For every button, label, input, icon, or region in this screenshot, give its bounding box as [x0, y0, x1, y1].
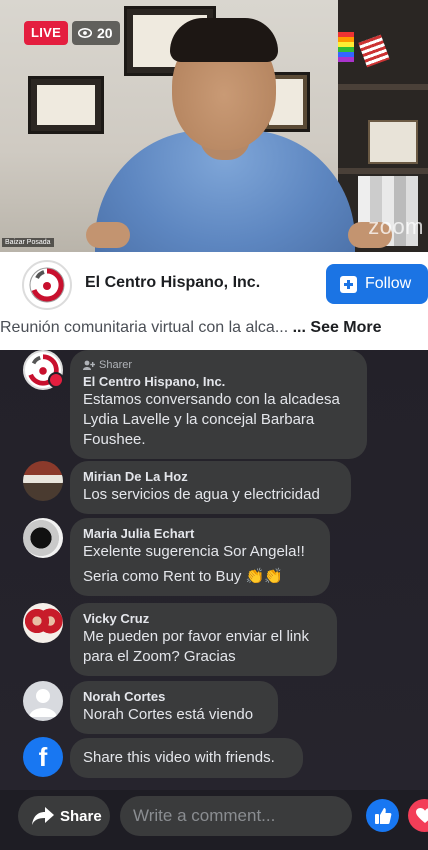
eye-icon [78, 28, 92, 38]
commenter-avatar[interactable] [23, 461, 63, 501]
participant-name-tag: Baizar Posada [2, 238, 54, 247]
person-plus-icon [83, 360, 95, 370]
page-header: El Centro Hispano, Inc. Follow Reunión c… [0, 252, 428, 350]
love-reaction-button[interactable] [408, 799, 428, 832]
commenter-name[interactable]: Maria Julia Echart [83, 526, 317, 542]
viewer-count-badge: 20 [72, 21, 120, 45]
comment-text: Norah Cortes está viendo [83, 706, 254, 723]
share-prompt-bubble[interactable]: Share this video with friends. [70, 738, 303, 778]
live-video[interactable]: LIVE 20 zoom Baizar Posada [0, 0, 428, 252]
viewer-count: 20 [97, 25, 113, 41]
page-name[interactable]: El Centro Hispano, Inc. [85, 274, 260, 292]
comment-text-second-line: Seria como Rent to Buy 👏👏 [83, 567, 317, 587]
rainbow-flag [338, 32, 354, 62]
clapping-hands-emoji: 👏👏 [245, 568, 283, 585]
facebook-logo-icon: f [23, 737, 63, 777]
like-reaction-button[interactable] [366, 799, 399, 832]
commenter-avatar[interactable] [23, 681, 63, 721]
bottom-action-bar: Share [0, 790, 428, 850]
follow-plus-icon [340, 275, 357, 293]
comment-text: Estamos conversando con la alcadesa Lydi… [83, 391, 340, 448]
commenter-name[interactable]: Vicky Cruz [83, 611, 324, 627]
speaker-hair [170, 18, 278, 62]
comment-bubble: Sharer El Centro Hispano, Inc. Estamos c… [70, 350, 367, 459]
thumbs-up-icon [374, 807, 391, 824]
comment-text: Los servicios de agua y electricidad [83, 486, 320, 503]
zoom-watermark: zoom [368, 214, 424, 239]
default-avatar-icon [29, 689, 57, 717]
comment-bubble: Maria Julia Echart Exelente sugerencia S… [70, 518, 330, 596]
comments-feed[interactable]: Sharer El Centro Hispano, Inc. Estamos c… [0, 350, 428, 790]
el-centro-logo-icon [29, 267, 65, 303]
video-description: Reunión comunitaria virtual con la alca.… [0, 319, 382, 337]
share-label: Share [60, 807, 102, 825]
comment-text: Exelente sugerencia Sor Angela!! [83, 543, 305, 560]
commenter-avatar[interactable] [23, 603, 63, 643]
wall-diploma-left [28, 76, 104, 134]
comment-bubble: Mirian De La Hoz Los servicios de agua y… [70, 461, 351, 514]
live-badge: LIVE [24, 21, 69, 45]
comment-text: Me pueden por favor enviar el link para … [83, 628, 309, 665]
speaker-hand-left [86, 222, 130, 248]
share-arrow-icon [32, 807, 54, 825]
sharer-label: Sharer [99, 359, 133, 371]
live-indicator-icon [48, 372, 64, 388]
comment-text-line-2: Seria como Rent to Buy [83, 568, 242, 585]
see-more-link[interactable]: ... See More [293, 319, 382, 336]
commenter-avatar[interactable] [23, 518, 63, 558]
sharer-tag: Sharer [83, 358, 354, 372]
description-text: Reunión comunitaria virtual con la alca.… [0, 319, 289, 336]
commenter-name[interactable]: Mirian De La Hoz [83, 469, 338, 485]
commenter-name[interactable]: El Centro Hispano, Inc. [83, 374, 354, 390]
share-prompt-text: Share this video with friends. [83, 749, 275, 766]
comment-bubble: Norah Cortes Norah Cortes está viendo [70, 681, 278, 734]
comment-bubble: Vicky Cruz Me pueden por favor enviar el… [70, 603, 337, 676]
follow-button[interactable]: Follow [326, 264, 428, 304]
page-avatar[interactable] [22, 260, 72, 310]
comment-input[interactable] [120, 796, 352, 836]
follow-label: Follow [365, 275, 412, 292]
share-button[interactable]: Share [18, 796, 110, 836]
commenter-name[interactable]: Norah Cortes [83, 689, 265, 705]
heart-icon [415, 807, 428, 823]
